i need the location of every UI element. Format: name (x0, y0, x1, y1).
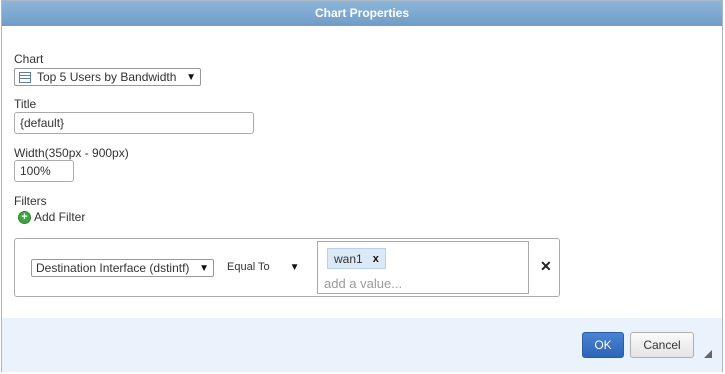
chart-select-value: Top 5 Users by Bandwidth (37, 70, 177, 84)
add-filter-label: Add Filter (34, 210, 86, 224)
filter-field-select[interactable]: Destination Interface (dstintf) ▼ (31, 259, 214, 277)
width-input[interactable]: 100% (14, 160, 74, 182)
chart-label: Chart (14, 52, 44, 66)
plus-circle-icon: + (18, 210, 31, 224)
add-filter-link[interactable]: + Add Filter (18, 210, 85, 224)
resize-grip-icon[interactable] (704, 350, 712, 358)
triangle-down-icon: ▼ (186, 71, 196, 83)
cancel-button[interactable]: Cancel (630, 332, 694, 358)
table-chart-icon (19, 71, 31, 83)
filter-value-input[interactable]: wan1 x add a value... (317, 241, 529, 294)
ok-button[interactable]: OK (582, 332, 624, 358)
value-tag-label: wan1 (334, 251, 363, 266)
filter-row: Destination Interface (dstintf) ▼ Equal … (14, 238, 560, 297)
tag-remove-icon[interactable]: x (373, 253, 379, 265)
title-label: Title (14, 97, 37, 111)
filter-operator-select[interactable]: Equal To ▼ (227, 261, 300, 273)
dialog-title[interactable]: Chart Properties (2, 1, 722, 26)
title-input[interactable]: {default} (14, 112, 254, 134)
triangle-down-icon: ▼ (289, 261, 300, 273)
triangle-down-icon: ▼ (199, 262, 209, 274)
value-placeholder[interactable]: add a value... (324, 276, 402, 291)
value-tag: wan1 x (327, 248, 386, 269)
chart-properties-dialog: Chart Properties Chart Top 5 Users by Ba… (1, 0, 723, 372)
filter-field-value: Destination Interface (dstintf) (36, 261, 190, 275)
close-icon[interactable]: ✕ (540, 258, 552, 275)
dialog-content: Chart Top 5 Users by Bandwidth ▼ Title {… (2, 26, 722, 318)
filter-operator-value: Equal To (227, 261, 270, 273)
chart-select[interactable]: Top 5 Users by Bandwidth ▼ (14, 68, 201, 86)
dialog-footer: OK Cancel (2, 318, 722, 372)
filters-label: Filters (14, 194, 47, 208)
width-label: Width(350px - 900px) (14, 146, 129, 160)
